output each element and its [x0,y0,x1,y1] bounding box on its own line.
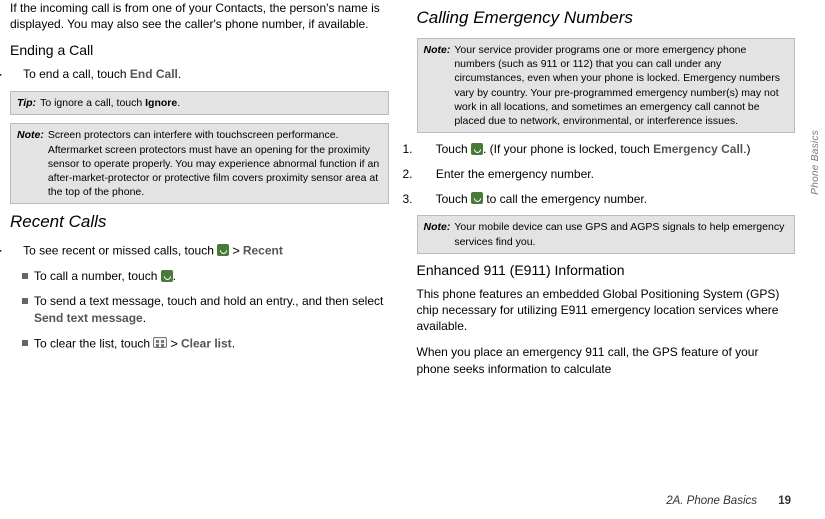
step-2: 2. Enter the emergency number. [435,166,796,183]
step-text: Touch [436,142,471,156]
note-callout-gps: Note: Your mobile device can use GPS and… [417,215,796,253]
page-footer: 2A. Phone Basics 19 [666,495,791,507]
intro-paragraph: If the incoming call is from one of your… [10,0,389,32]
chevron-right-icon: > [167,336,181,351]
step-text: To see recent or missed calls, touch [23,243,217,257]
substep-suffix: . [143,311,146,325]
emergency-steps: 1. Touch . (If your phone is locked, tou… [417,141,796,207]
tip-text: To ignore a call, touch Ignore. [40,96,381,110]
tip-suffix: . [177,97,180,109]
note-label: Note: [424,43,455,128]
step-1: 1. Touch . (If your phone is locked, tou… [435,141,796,158]
step-recent-calls: ▸ To see recent or missed calls, touch >… [24,242,389,260]
side-tab-label: Phone Basics [810,130,821,195]
clear-list-label: Clear list [181,336,232,350]
heading-recent-calls: Recent Calls [10,212,389,232]
emergency-call-label: Emergency Call [653,142,743,156]
footer-section: 2A. Phone Basics [666,495,757,507]
note-label: Note: [17,128,48,199]
heading-e911: Enhanced 911 (E911) Information [417,262,796,278]
ignore-label: Ignore [145,97,177,109]
substep-text: To send a text message, touch and hold a… [34,294,383,308]
step-end-call: ▸ To end a call, touch End Call. [24,66,389,83]
tip-prefix: To ignore a call, touch [40,97,145,109]
step-suffix: . [178,67,181,81]
heading-calling-emergency: Calling Emergency Numbers [417,8,796,28]
note-callout-emergency: Note: Your service provider programs one… [417,38,796,133]
substep-suffix: . [173,269,176,283]
step-3: 3. Touch to call the emergency number. [435,191,796,208]
triangle-bullet-icon: ▸ [10,242,20,259]
end-call-label: End Call [130,67,178,81]
tip-callout: Tip: To ignore a call, touch Ignore. [10,91,389,115]
step-suffix: to call the emergency number. [483,192,647,206]
note-text: Your mobile device can use GPS and AGPS … [454,220,788,248]
step-text: Touch [436,192,471,206]
square-bullet-icon [22,273,28,279]
square-bullet-icon [22,340,28,346]
phone-icon [161,270,173,282]
substep-suffix: . [232,336,235,350]
phone-icon [217,244,229,256]
substep-send-text: To send a text message, touch and hold a… [34,293,389,327]
substep-clear-list: To clear the list, touch >Clear list. [34,335,389,353]
heading-ending-call: Ending a Call [10,42,389,58]
step-text: To end a call, touch [23,67,130,81]
send-text-label: Send text message [34,311,143,325]
note-text: Screen protectors can interfere with tou… [48,128,382,199]
note-text: Your service provider programs one or mo… [454,43,788,128]
footer-page-number: 19 [778,495,791,507]
p-e911-1: This phone features an embedded Global P… [417,286,796,335]
step-text: Enter the emergency number. [436,167,594,181]
triangle-bullet-icon: ▸ [10,66,20,83]
substep-call-number: To call a number, touch . [34,268,389,285]
substep-text: To call a number, touch [34,269,161,283]
menu-icon [153,337,167,348]
substep-text: To clear the list, touch [34,336,153,350]
p-e911-2: When you place an emergency 911 call, th… [417,344,796,376]
tip-label: Tip: [17,96,40,110]
phone-icon [471,143,483,155]
phone-icon [471,192,483,204]
chevron-right-icon: > [229,243,243,258]
step-suffix: .) [743,142,750,156]
recent-label: Recent [243,243,283,257]
note-callout-protectors: Note: Screen protectors can interfere wi… [10,123,389,204]
note-label: Note: [424,220,455,248]
square-bullet-icon [22,298,28,304]
step-mid: . (If your phone is locked, touch [483,142,653,156]
